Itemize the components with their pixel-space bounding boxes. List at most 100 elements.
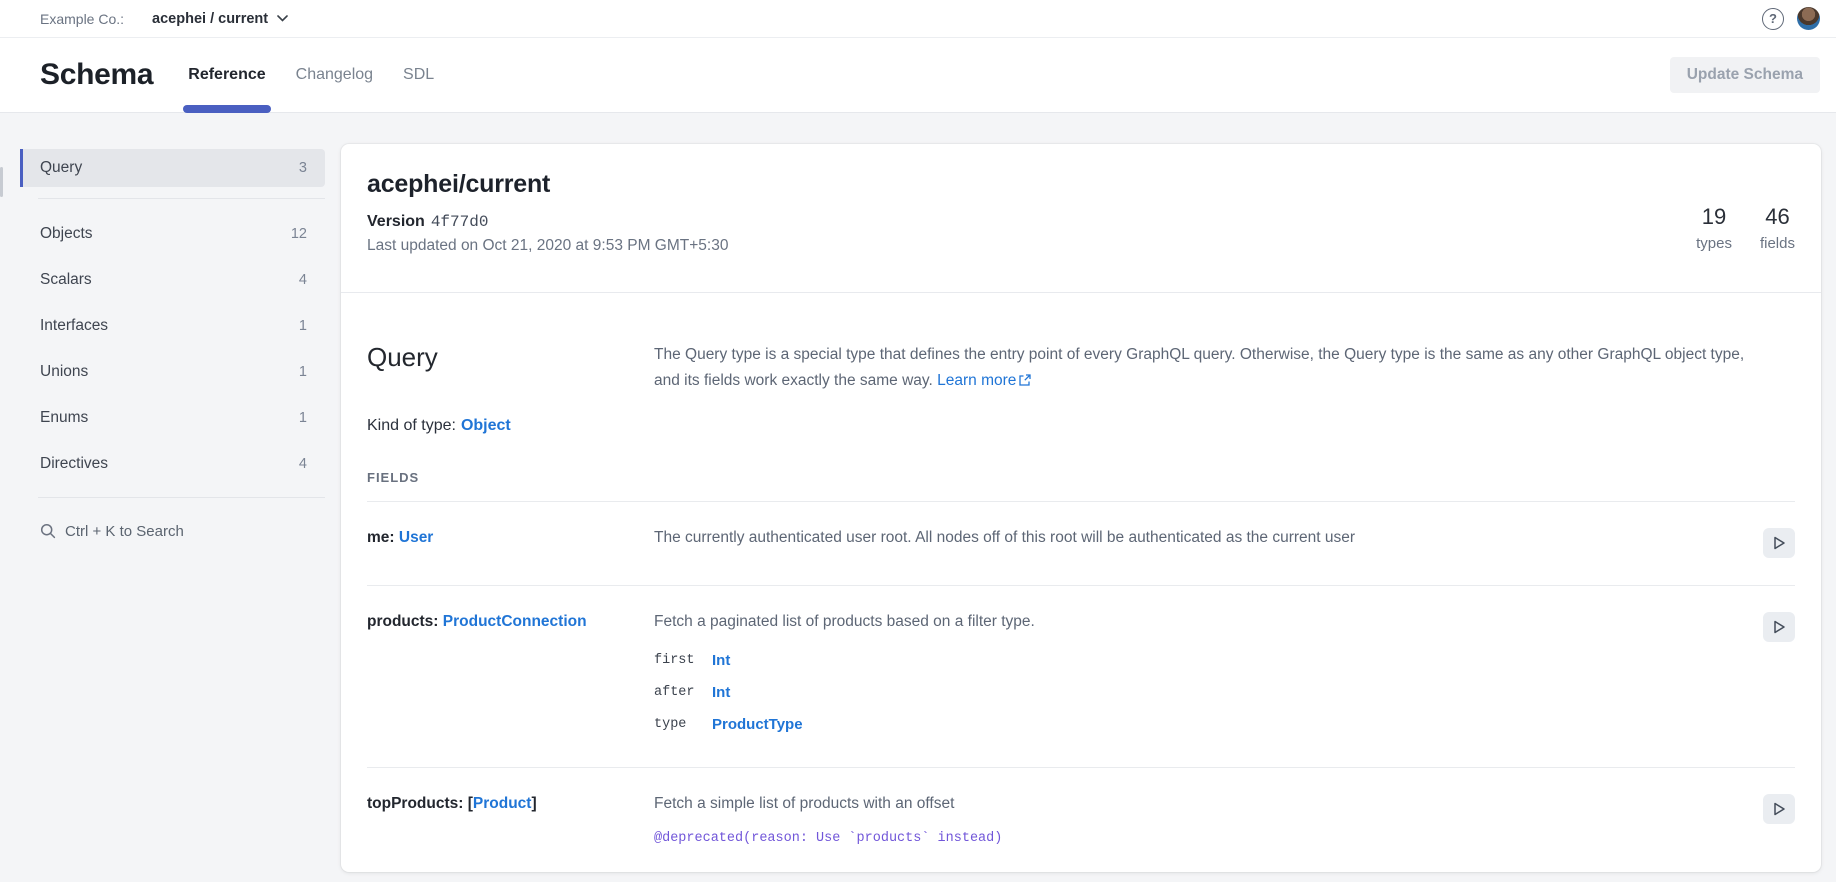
arg-name: first (654, 653, 712, 668)
graph-selector-dropdown[interactable]: acephei / current (152, 11, 288, 27)
sidebar-item-label: Enums (40, 409, 88, 427)
field-description: Fetch a paginated list of products based… (654, 612, 1739, 632)
sidebar-search[interactable]: Ctrl + K to Search (20, 508, 325, 554)
kind-of-type-row: Kind of type: Object (367, 417, 1795, 435)
page-header: Schema Reference Changelog SDL Update Sc… (0, 38, 1836, 113)
type-description: The Query type is a special type that de… (654, 342, 1754, 394)
tab-reference[interactable]: Reference (186, 38, 267, 112)
arg-name: after (654, 685, 712, 700)
field-name-label: topProducts: [ (367, 795, 473, 812)
page-title: Schema (40, 58, 153, 92)
sidebar-item-count: 3 (299, 160, 307, 176)
tab-changelog[interactable]: Changelog (294, 38, 375, 112)
sidebar-item-label: Scalars (40, 271, 92, 289)
sidebar-item-count: 4 (299, 456, 307, 472)
sidebar-item-label: Unions (40, 363, 88, 381)
play-icon (1773, 536, 1786, 550)
stat-fields-label: fields (1760, 235, 1795, 252)
field-type-link[interactable]: Product (473, 795, 532, 812)
field-row-product: topProducts: [Product]Fetch a simple lis… (367, 768, 1795, 872)
tab-sdl[interactable]: SDL (401, 38, 436, 112)
sidebar-divider (38, 497, 325, 498)
field-description: Fetch a simple list of products with an … (654, 794, 1739, 814)
top-bar: Example Co.: acephei / current ? (0, 0, 1836, 38)
help-icon[interactable]: ? (1762, 8, 1784, 30)
org-label: Example Co.: (40, 11, 124, 27)
field-details: Fetch a paginated list of products based… (654, 612, 1739, 740)
sidebar-item-label: Query (40, 159, 82, 177)
learn-more-link[interactable]: Learn more (937, 372, 1031, 389)
schema-reference-card: acephei/current Version 4f77d0 Last updat… (341, 144, 1821, 872)
last-updated: Last updated on Oct 21, 2020 at 9:53 PM … (367, 237, 1795, 255)
sidebar-divider (38, 198, 325, 199)
sidebar-item-scalars[interactable]: Scalars 4 (20, 257, 325, 303)
field-args: firstIntafterInttypeProductType (654, 644, 1739, 740)
sidebar-item-count: 1 (299, 410, 307, 426)
stat-types-value: 19 (1702, 204, 1726, 230)
field-name-label: products: (367, 613, 443, 630)
field-type-link[interactable]: ProductConnection (443, 613, 587, 630)
field-name: me: User (367, 528, 654, 558)
run-in-explorer-button[interactable] (1763, 612, 1795, 642)
sidebar-item-directives[interactable]: Directives4 (20, 441, 325, 487)
version-hash: 4f77d0 (431, 213, 489, 231)
sidebar-item-unions[interactable]: Unions 1 (20, 349, 325, 395)
arg-type-link[interactable]: ProductType (712, 716, 803, 733)
arg-type-link[interactable]: Int (712, 684, 730, 701)
field-name-suffix: ] (531, 795, 536, 812)
sidebar-item-count: 12 (291, 226, 307, 242)
arg-type-link[interactable]: Int (712, 871, 730, 873)
graph-selector-label: acephei / current (152, 11, 268, 27)
type-description-text: The Query type is a special type that de… (654, 346, 1744, 389)
field-details: The currently authenticated user root. A… (654, 528, 1739, 558)
version-row: Version 4f77d0 (367, 213, 1795, 231)
user-avatar[interactable] (1797, 7, 1820, 30)
graph-summary-header: acephei/current Version 4f77d0 Last updat… (341, 144, 1821, 293)
learn-more-label: Learn more (937, 372, 1016, 389)
content-area: Query3Objects12Scalars4Interfaces1Unions… (0, 113, 1836, 881)
sidebar-item-query[interactable]: Query 3 (20, 149, 325, 187)
sidebar-item-count: 4 (299, 272, 307, 288)
run-in-explorer-button[interactable] (1763, 528, 1795, 558)
play-icon (1773, 620, 1786, 634)
graph-title: acephei/current (367, 170, 1795, 199)
schema-stats: 19 types 46 fields (1696, 204, 1795, 252)
fields-section-label: FIELDS (367, 470, 1795, 485)
sidebar-scrollbar[interactable] (0, 167, 3, 197)
update-schema-button[interactable]: Update Schema (1670, 57, 1820, 93)
stat-fields-value: 46 (1765, 204, 1789, 230)
run-in-explorer-button[interactable] (1763, 794, 1795, 824)
schema-sidebar: Query3Objects12Scalars4Interfaces1Unions… (0, 113, 341, 881)
sidebar-item-count: 1 (299, 364, 307, 380)
arg-row: typeProductType (654, 708, 1739, 740)
tab-bar: Reference Changelog SDL (186, 38, 436, 112)
sidebar-item-label: Objects (40, 225, 93, 243)
arg-row: firstInt (654, 863, 1739, 872)
sidebar-item-interfaces[interactable]: Interfaces1 (20, 303, 325, 349)
field-name: topProducts: [Product] (367, 794, 654, 872)
sidebar-item-enums[interactable]: Enums 1 (20, 395, 325, 441)
arg-name: first (654, 872, 712, 873)
type-section-header: Query The Query type is a special type t… (367, 293, 1795, 394)
arg-row: afterInt (654, 676, 1739, 708)
sidebar-list: Query3Objects12Scalars4Interfaces1Unions… (20, 149, 325, 487)
play-icon (1773, 802, 1786, 816)
arg-row: firstInt (654, 644, 1739, 676)
type-name-heading: Query (367, 342, 654, 394)
sidebar-item-objects[interactable]: Objects 12 (20, 211, 325, 257)
field-details: Fetch a simple list of products with an … (654, 794, 1739, 872)
field-name: products: ProductConnection (367, 612, 654, 740)
stat-types: 19 types (1696, 204, 1732, 252)
search-icon (40, 523, 56, 539)
kind-label: Kind of type: (367, 417, 456, 434)
stat-types-label: types (1696, 235, 1732, 252)
external-link-icon (1019, 374, 1031, 386)
sidebar-item-count: 1 (299, 318, 307, 334)
version-label: Version (367, 213, 425, 230)
deprecated-annotation: @deprecated(reason: Use `products` inste… (654, 827, 1739, 851)
arg-type-link[interactable]: Int (712, 652, 730, 669)
kind-value-link[interactable]: Object (461, 417, 511, 434)
stat-fields: 46 fields (1760, 204, 1795, 252)
field-row-user: me: UserThe currently authenticated user… (367, 502, 1795, 586)
field-type-link[interactable]: User (399, 529, 433, 546)
